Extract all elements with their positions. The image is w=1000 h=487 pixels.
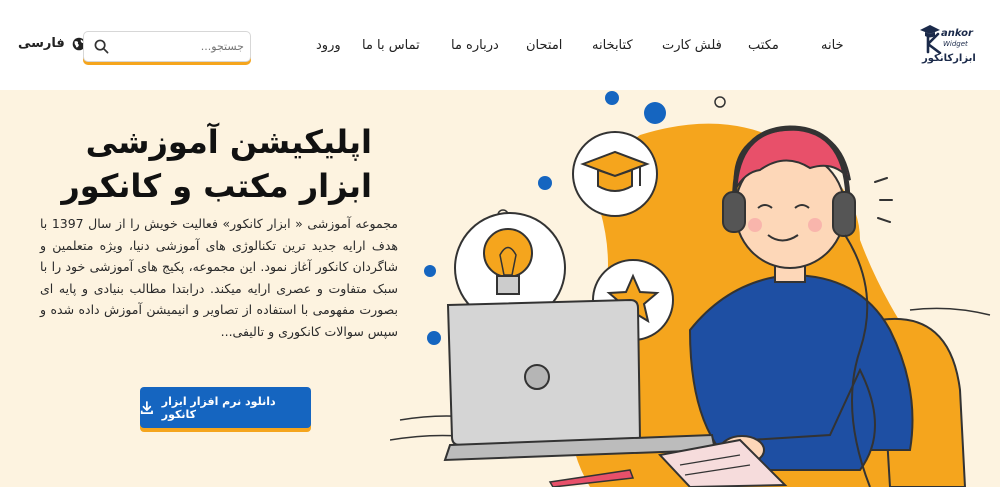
blue-dot bbox=[538, 176, 552, 190]
hero-description: مجموعه آموزشی « ابزار کانکور» فعالیت خوی… bbox=[40, 216, 399, 339]
logo-caption: ابزارکانکور bbox=[922, 53, 976, 64]
hero-title-line-1: اپلیکیشن آموزشی bbox=[85, 123, 372, 161]
nav-flashcard[interactable]: فلش کارت bbox=[662, 38, 722, 56]
nav-about[interactable]: درباره ما bbox=[451, 38, 499, 56]
site-logo[interactable]: ankor Widget ابزارکانکور bbox=[918, 22, 976, 68]
download-icon bbox=[140, 400, 153, 414]
hero-title-line-2: ابزار مکتب و کانکور bbox=[61, 167, 372, 205]
nav-school[interactable]: مکتب bbox=[748, 38, 779, 56]
search-icon[interactable] bbox=[94, 39, 109, 54]
nav-home[interactable]: خانه bbox=[821, 38, 844, 56]
nav-login[interactable]: ورود bbox=[316, 38, 341, 56]
nav-contact[interactable]: تماس با ما bbox=[362, 38, 420, 56]
logo-sub-text: Widget bbox=[943, 40, 968, 48]
logo-mark: ankor Widget bbox=[920, 25, 974, 55]
search-box bbox=[83, 31, 251, 62]
blue-dot bbox=[427, 331, 441, 345]
download-app-button[interactable]: دانلود نرم افزار ابزار کانکور bbox=[140, 387, 311, 428]
hero-title: اپلیکیشن آموزشی ابزار مکتب و کانکور bbox=[32, 120, 372, 208]
search-input[interactable] bbox=[118, 32, 244, 61]
download-app-label: دانلود نرم افزار ابزار کانکور bbox=[161, 394, 276, 421]
language-label: فارسی bbox=[18, 36, 65, 51]
logo-top-text: ankor bbox=[941, 28, 974, 39]
blue-dot bbox=[644, 102, 666, 124]
site-header: فارسی ورود تماس با ما درباره ما امتحان ک… bbox=[0, 0, 1000, 90]
language-switcher[interactable]: فارسی bbox=[18, 36, 86, 51]
blue-dot bbox=[605, 91, 619, 105]
nav-library[interactable]: کتابخانه bbox=[592, 38, 633, 56]
headphone-right bbox=[832, 191, 856, 237]
hero-illustration bbox=[390, 91, 991, 487]
nav-exam[interactable]: امتحان bbox=[526, 38, 562, 56]
headphone-left bbox=[722, 191, 746, 233]
blue-dot bbox=[424, 265, 436, 277]
